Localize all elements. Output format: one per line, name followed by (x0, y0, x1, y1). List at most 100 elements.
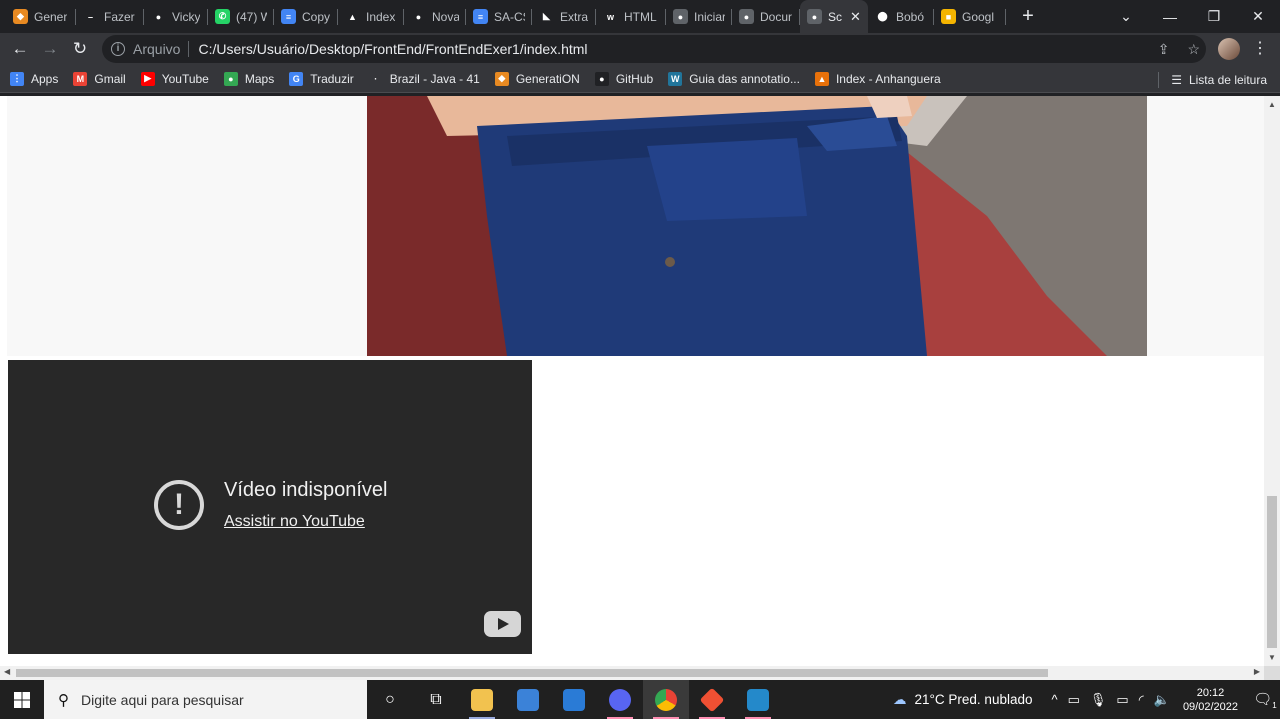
scroll-up-arrow-icon[interactable]: ▲ (1268, 100, 1276, 109)
bookmark-item[interactable]: ⋮ Apps (10, 71, 59, 86)
tab-title: Nova (432, 9, 459, 24)
volume-icon[interactable]: 🔈 (1154, 692, 1170, 708)
browser-tab[interactable]: ◆ Gener (6, 0, 76, 33)
bookmark-item[interactable]: ● GitHub (594, 71, 654, 86)
browser-tab[interactable]: ≡ Copy (274, 0, 338, 33)
reading-list-label: Lista de leitura (1188, 73, 1267, 87)
tab-strip: ◆ Gener – Fazer ● Vicky ✆ (47) W ≡ Copy ▲ Index ● Nov… (0, 0, 1280, 33)
browser-tab[interactable]: ▲ Index (338, 0, 404, 33)
discord-icon[interactable] (597, 680, 643, 719)
bookmark-label: Brazil - Java - 41 (389, 71, 480, 86)
clock[interactable]: 20:12 09/02/2022 (1183, 686, 1238, 714)
youtube-logo-icon[interactable] (484, 611, 521, 637)
horizontal-scrollbar[interactable]: ◀ ▶ (0, 666, 1264, 680)
bookmark-label: GitHub (615, 71, 654, 86)
file-explorer-icon[interactable] (459, 680, 505, 719)
bookmark-label: Apps (31, 71, 59, 86)
address-scheme: Arquivo (133, 41, 181, 57)
microsoft-store-icon[interactable] (505, 680, 551, 719)
tab-favicon-icon: – (83, 9, 98, 24)
mail-icon[interactable] (551, 680, 597, 719)
tab-favicon-icon: ◣ (539, 9, 554, 24)
close-window-button[interactable]: ✕ (1236, 8, 1280, 25)
minimize-button[interactable]: — (1148, 9, 1192, 25)
forward-button[interactable]: → (35, 39, 65, 59)
watch-on-youtube-link[interactable]: Assistir no YouTube (224, 513, 365, 531)
new-tab-button[interactable]: + (1014, 5, 1042, 28)
tab-title: Docur (760, 9, 793, 24)
address-url[interactable]: C:/Users/Usuário/Desktop/FrontEnd/FrontE… (198, 41, 587, 57)
scroll-right-arrow-icon[interactable]: ▶ (1254, 667, 1260, 676)
browser-toolbar: ← → ↻ i Arquivo C:/Users/Usuário/Desktop… (0, 33, 1280, 65)
weather-widget[interactable]: ☁ 21°C Pred. nublado (893, 692, 1032, 708)
scroll-left-arrow-icon[interactable]: ◀ (4, 667, 10, 676)
browser-tab[interactable]: ● Iniciar (666, 0, 732, 33)
tab-favicon-icon: ■ (941, 9, 956, 24)
share-icon[interactable]: ⇪ (1158, 41, 1170, 58)
close-tab-icon[interactable]: ✕ (850, 9, 861, 25)
git-icon[interactable] (689, 680, 735, 719)
bookmark-item[interactable]: ▲ Index - Anhanguera (814, 71, 941, 86)
address-actions: ⇪ ☆ (1158, 41, 1200, 58)
microphone-icon[interactable]: 🎙 (1090, 692, 1107, 708)
browser-tab[interactable]: ● Sc ✕ (800, 0, 868, 33)
browser-menu-icon[interactable]: ⋮ (1252, 38, 1268, 58)
browser-tab[interactable]: ■ Googl (934, 0, 1006, 33)
browser-tab[interactable]: ⬤ Bobó (868, 0, 934, 33)
bookmark-star-icon[interactable]: ☆ (1187, 41, 1200, 58)
profile-avatar[interactable] (1218, 38, 1240, 60)
scroll-down-arrow-icon[interactable]: ▼ (1268, 653, 1276, 662)
vertical-scroll-thumb[interactable] (1267, 496, 1277, 648)
bookmark-item[interactable]: M Gmail (73, 71, 126, 86)
bookmark-label: YouTube (161, 71, 209, 86)
browser-tab[interactable]: ◣ Extra (532, 0, 596, 33)
bookmark-item[interactable]: ● Maps (223, 71, 274, 86)
browser-tab[interactable]: ● Docur (732, 0, 800, 33)
reload-button[interactable]: ↻ (65, 39, 95, 59)
browser-tab[interactable]: ● Nova (404, 0, 466, 33)
address-bar[interactable]: i Arquivo C:/Users/Usuário/Desktop/Front… (102, 35, 1206, 63)
browser-tab[interactable]: ≡ SA-CS (466, 0, 532, 33)
tab-title: HTML (624, 9, 657, 24)
bookmark-item[interactable]: · Brazil - Java - 41 (368, 71, 480, 86)
vertical-scrollbar[interactable]: ▲ ▼ (1264, 96, 1280, 666)
tab-favicon-icon: ≡ (281, 9, 296, 24)
start-button[interactable] (0, 680, 44, 719)
reading-list-button[interactable]: ☰ Lista de leitura (1158, 72, 1267, 88)
battery-icon[interactable]: ▭ (1116, 692, 1128, 708)
tab-search-icon[interactable]: ⌄ (1104, 8, 1148, 25)
bookmark-item[interactable]: W Guia das annotatio... (668, 71, 800, 86)
back-button[interactable]: ← (5, 39, 35, 59)
bookmark-item[interactable]: ▶ YouTube (140, 71, 209, 86)
meet-now-icon[interactable]: ▭ (1068, 692, 1080, 708)
task-view-icon[interactable]: ⧉ (413, 680, 459, 719)
bookmark-label: Guia das annotatio... (689, 71, 800, 86)
notification-center-icon[interactable]: 🗨1 (1250, 690, 1280, 710)
browser-tab[interactable]: w HTML (596, 0, 666, 33)
bookmark-item[interactable]: ◆ GeneratiON (494, 71, 580, 86)
cloud-icon: ☁ (893, 691, 907, 707)
cortana-icon[interactable]: ○ (367, 680, 413, 719)
bookmark-favicon-icon: · (368, 71, 383, 86)
restore-button[interactable]: ❐ (1192, 8, 1236, 25)
vscode-icon[interactable] (735, 680, 781, 719)
horizontal-scroll-thumb[interactable] (16, 669, 1048, 677)
browser-tab[interactable]: ✆ (47) W (208, 0, 274, 33)
bookmarks-bar: ⋮ Apps M Gmail ▶ YouTube ● Maps G Traduzir · Brazil… (0, 65, 1280, 93)
chrome-icon[interactable] (643, 680, 689, 719)
clock-time: 20:12 (1196, 686, 1225, 699)
tab-favicon-icon: ≡ (473, 9, 488, 24)
bookmark-item[interactable]: G Traduzir (289, 71, 354, 86)
wifi-icon[interactable]: ◜ (1139, 692, 1144, 708)
site-info-icon[interactable]: i (111, 42, 125, 56)
taskbar-search[interactable]: ⚲ Digite aqui para pesquisar (44, 680, 367, 719)
browser-tab[interactable]: – Fazer (76, 0, 144, 33)
tab-favicon-icon: w (603, 9, 618, 24)
browser-tab[interactable]: ● Vicky (144, 0, 208, 33)
windows-taskbar: ⚲ Digite aqui para pesquisar ○ ⧉ ☁ 21°C … (0, 680, 1280, 719)
tab-title: Googl (962, 9, 995, 24)
tab-favicon-icon: ⬤ (875, 9, 890, 24)
chevron-up-icon[interactable]: ^ (1051, 692, 1057, 707)
bookmark-label: Gmail (94, 71, 126, 86)
youtube-embed[interactable]: ! Vídeo indisponível Assistir no YouTube (8, 360, 532, 654)
